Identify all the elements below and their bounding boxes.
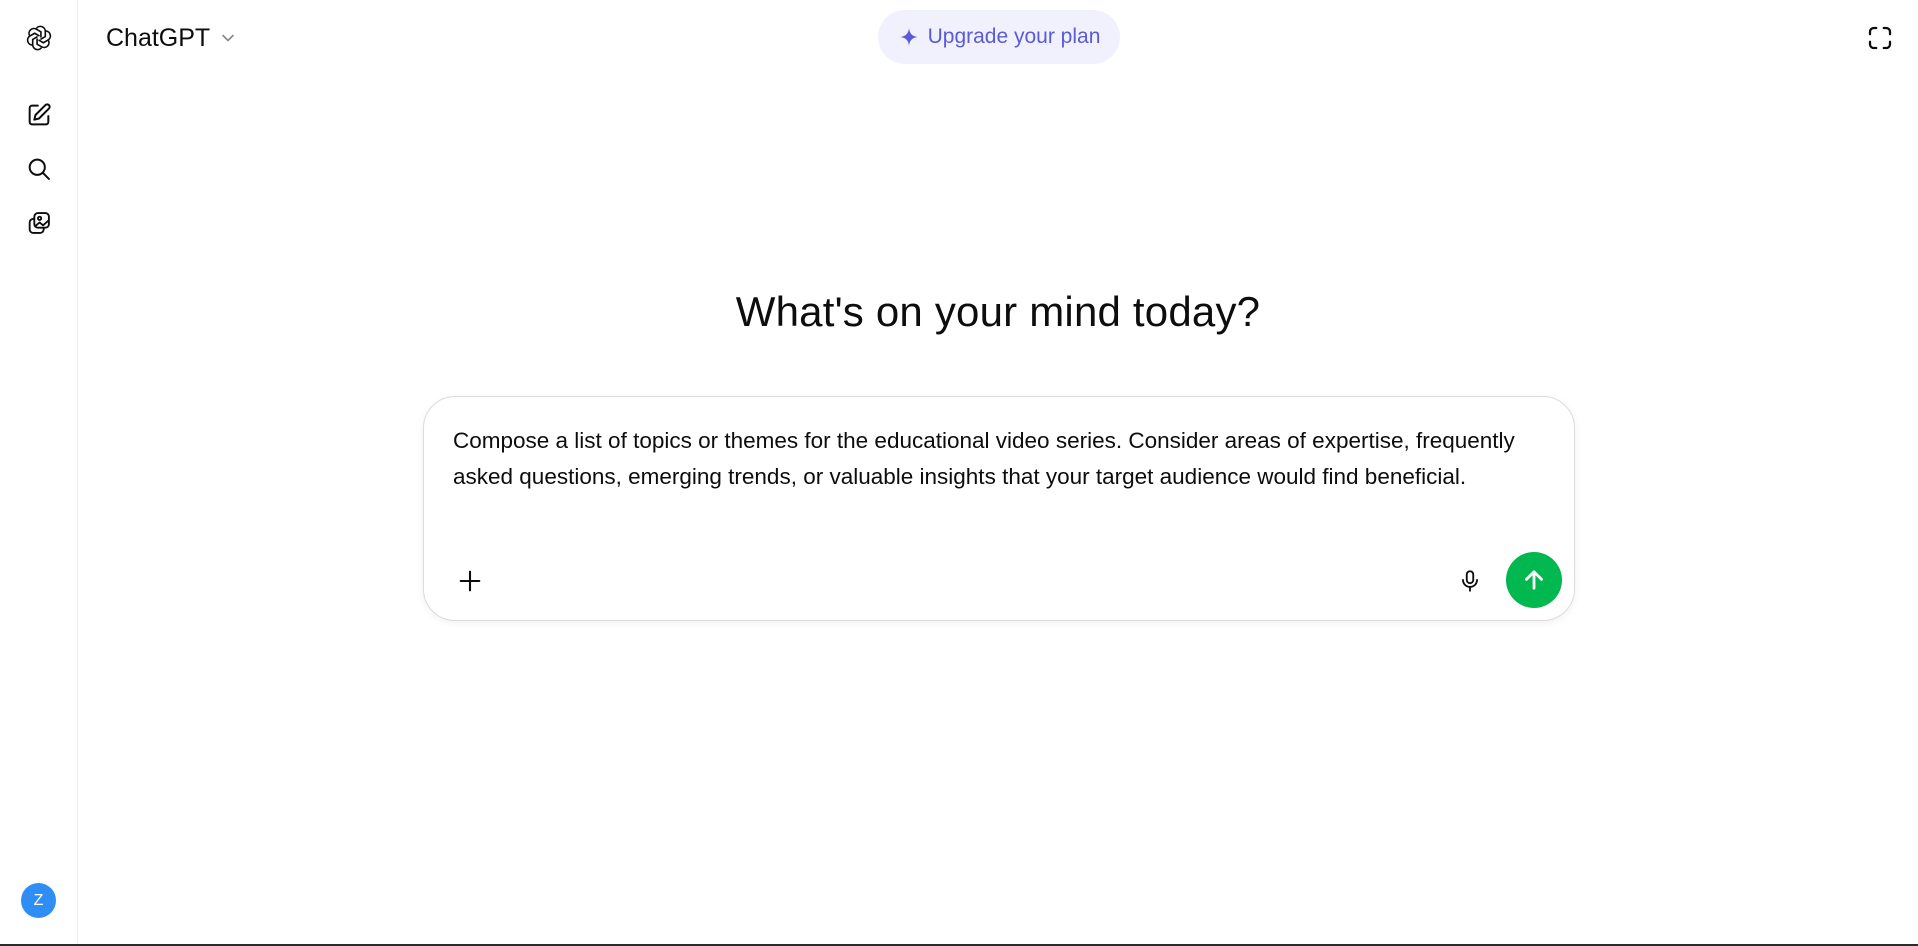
model-switcher-button[interactable]: ChatGPT <box>96 18 248 58</box>
openai-logo-icon[interactable] <box>19 18 59 58</box>
chevron-down-icon <box>218 28 238 48</box>
upgrade-plan-label: Upgrade your plan <box>927 25 1101 48</box>
temporary-chat-button[interactable] <box>1862 20 1898 56</box>
upgrade-plan-button[interactable]: Upgrade your plan <box>878 10 1120 64</box>
new-chat-button[interactable] <box>19 95 59 135</box>
prompt-textarea[interactable]: Compose a list of topics or themes for t… <box>453 423 1553 495</box>
model-name: ChatGPT <box>106 23 211 52</box>
library-button[interactable] <box>19 203 59 243</box>
attach-button[interactable] <box>448 559 492 603</box>
page-title: What's on your mind today? <box>735 288 1261 335</box>
plus-icon <box>456 567 484 595</box>
app-window: Z ChatGPT Upgrade your plan What's on yo… <box>0 0 1918 946</box>
dashed-circle-icon <box>1865 23 1895 53</box>
dictate-button[interactable] <box>1448 559 1492 603</box>
send-button[interactable] <box>1506 552 1562 608</box>
avatar-initial: Z <box>33 891 44 909</box>
edit-icon <box>25 101 53 129</box>
search-icon <box>25 155 53 183</box>
avatar[interactable]: Z <box>21 883 56 918</box>
arrow-up-icon <box>1520 566 1548 594</box>
search-chats-button[interactable] <box>19 149 59 189</box>
microphone-icon <box>1457 568 1483 594</box>
sidebar-rail: Z <box>0 0 78 946</box>
chat-composer: Compose a list of topics or themes for t… <box>423 396 1575 621</box>
images-icon <box>25 209 53 237</box>
sparkle-icon <box>898 26 920 48</box>
